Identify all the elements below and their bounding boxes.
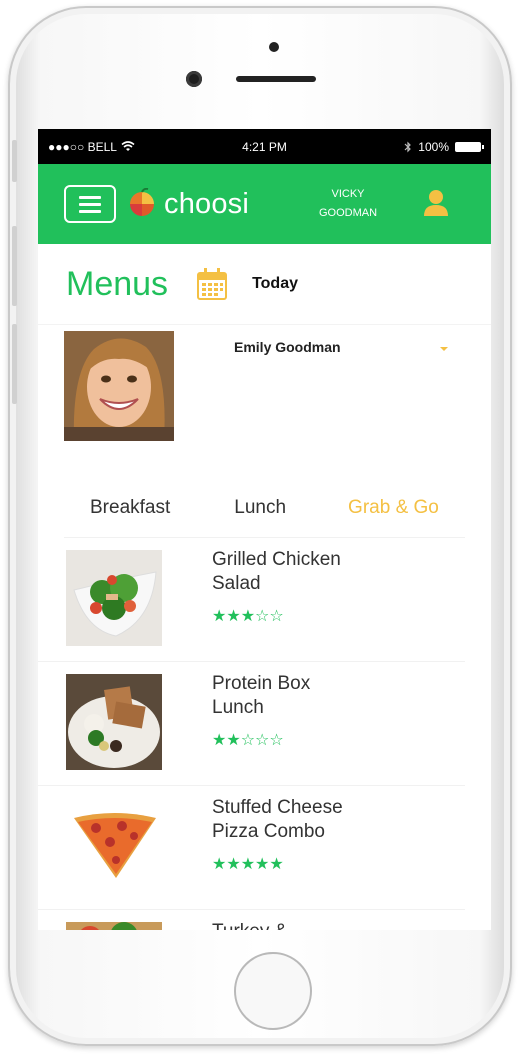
tab-breakfast[interactable]: Breakfast — [90, 497, 170, 519]
salad-image — [66, 550, 162, 646]
choosi-logo-icon — [130, 188, 154, 216]
status-bar: ●●●○○ BELL 4:21 PM 100% — [38, 129, 491, 164]
item-name-line2: Salad — [212, 573, 261, 594]
tab-lunch[interactable]: Lunch — [234, 497, 286, 519]
menu-item-turkey[interactable]: Turkey & — [38, 910, 465, 930]
child-name: Emily Goodman — [234, 339, 341, 355]
proximity-sensor — [269, 42, 279, 52]
calendar-icon[interactable] — [196, 267, 228, 301]
menu-icon[interactable] — [64, 185, 116, 223]
item-name-line2: Lunch — [212, 697, 264, 718]
pizza-image — [66, 798, 162, 894]
home-button[interactable] — [234, 952, 312, 1030]
star-icon: ★★☆☆☆ — [212, 730, 284, 749]
user-last-name: GOODMAN — [318, 207, 378, 219]
item-name-line1: Stuffed Cheese — [212, 797, 343, 818]
menu-item-protein-box-lunch[interactable]: Protein Box Lunch ★★☆☆☆ — [38, 662, 465, 786]
item-name-line2: Pizza Combo — [212, 821, 325, 842]
front-camera — [186, 71, 202, 87]
app-header: choosi VICKY GOODMAN — [38, 164, 491, 244]
app-screen: ●●●○○ BELL 4:21 PM 100% choosi VICKY GOO… — [38, 129, 491, 930]
star-icon: ★★★★★ — [212, 854, 284, 873]
volume-up-button — [12, 226, 17, 306]
protein-box-image — [66, 674, 162, 770]
item-name-line1: Grilled Chicken — [212, 549, 341, 570]
logo-text: choosi — [164, 187, 250, 220]
turkey-image — [66, 922, 162, 930]
rating-stars[interactable]: ★★★★★ — [212, 854, 284, 873]
dropdown-caret-icon[interactable] — [440, 347, 448, 351]
star-icon: ★★★☆☆ — [212, 606, 284, 625]
child-photo — [64, 331, 174, 441]
rating-stars[interactable]: ★★★☆☆ — [212, 606, 284, 625]
date-label[interactable]: Today — [252, 275, 298, 293]
child-selector[interactable]: Emily Goodman — [38, 324, 491, 454]
item-name: Stuffed Cheese Pizza Combo — [212, 796, 382, 844]
menu-item-grilled-chicken-salad[interactable]: Grilled Chicken Salad ★★★☆☆ — [38, 538, 465, 662]
user-icon[interactable] — [422, 188, 450, 218]
item-name: Turkey & — [212, 920, 382, 930]
item-name-line1: Protein Box — [212, 673, 311, 694]
user-name[interactable]: VICKY GOODMAN — [308, 185, 388, 223]
battery-icon — [455, 141, 484, 152]
item-name: Protein Box Lunch — [212, 672, 382, 720]
mute-switch — [12, 140, 17, 182]
menus-header: Menus Today — [38, 244, 491, 324]
tab-grab-and-go[interactable]: Grab & Go — [348, 497, 439, 519]
item-name-line1: Turkey & — [212, 920, 382, 930]
volume-down-button — [12, 324, 17, 404]
earpiece-speaker — [236, 76, 316, 82]
choosi-logo[interactable]: choosi — [126, 188, 249, 221]
page-title: Menus — [66, 264, 169, 303]
item-name: Grilled Chicken Salad — [212, 548, 382, 596]
meal-tabs: Breakfast Lunch Grab & Go — [64, 478, 465, 538]
menu-item-stuffed-cheese-pizza-combo[interactable]: Stuffed Cheese Pizza Combo ★★★★★ — [38, 786, 465, 910]
rating-stars[interactable]: ★★☆☆☆ — [212, 730, 284, 749]
status-time: 4:21 PM — [242, 139, 287, 154]
user-first-name: VICKY — [331, 188, 365, 200]
